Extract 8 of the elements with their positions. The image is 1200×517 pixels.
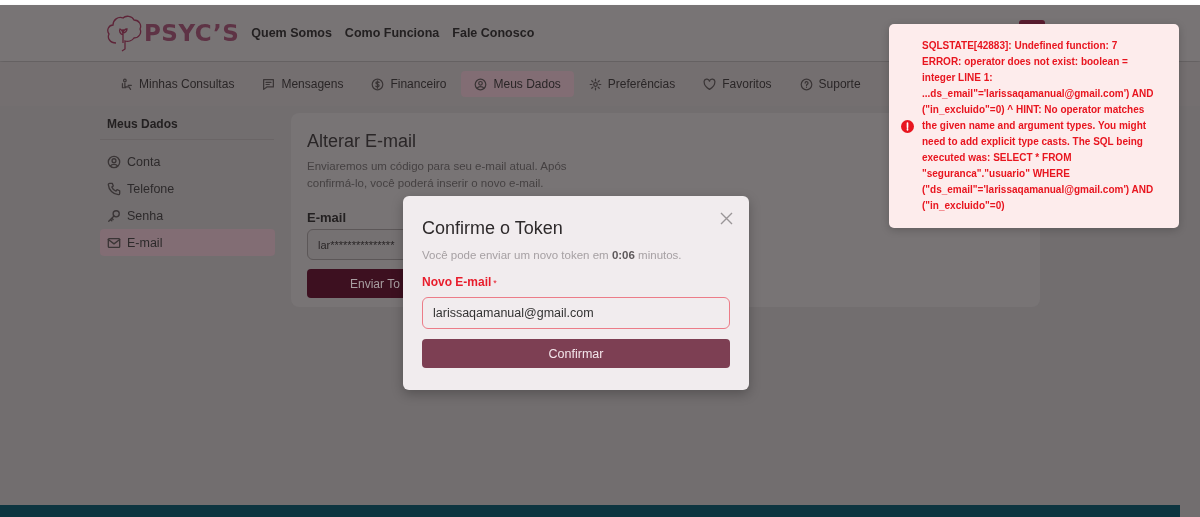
card-title: Alterar E-mail <box>307 131 417 152</box>
required-mark: * <box>493 278 497 288</box>
modal-title: Confirme o Token <box>422 218 563 239</box>
modal-message: Você pode enviar um novo token em 0:06 minutos. <box>422 249 682 261</box>
field-label: Novo E-mail <box>422 275 492 289</box>
error-message: SQLSTATE[42883]: Undefined function: 7 ERROR: operator does not exist: boolean = integer LINE 1: ...ds_email"='larissaqamanual@gmail.com') AND ("in_excluido"=0) ^ HINT: No operator matches the given name and argument types. You might need to add explicit type casts. The SQL being executed was: SELECT * FROM "seguranca"."usuario" WHERE ("ds_email"='larissaqamanual@gmail.com') AND ("in_excluido"=0) <box>922 39 1155 213</box>
field-label: E-mail <box>307 210 346 225</box>
sidebar-title: Meus Dados <box>100 113 274 140</box>
